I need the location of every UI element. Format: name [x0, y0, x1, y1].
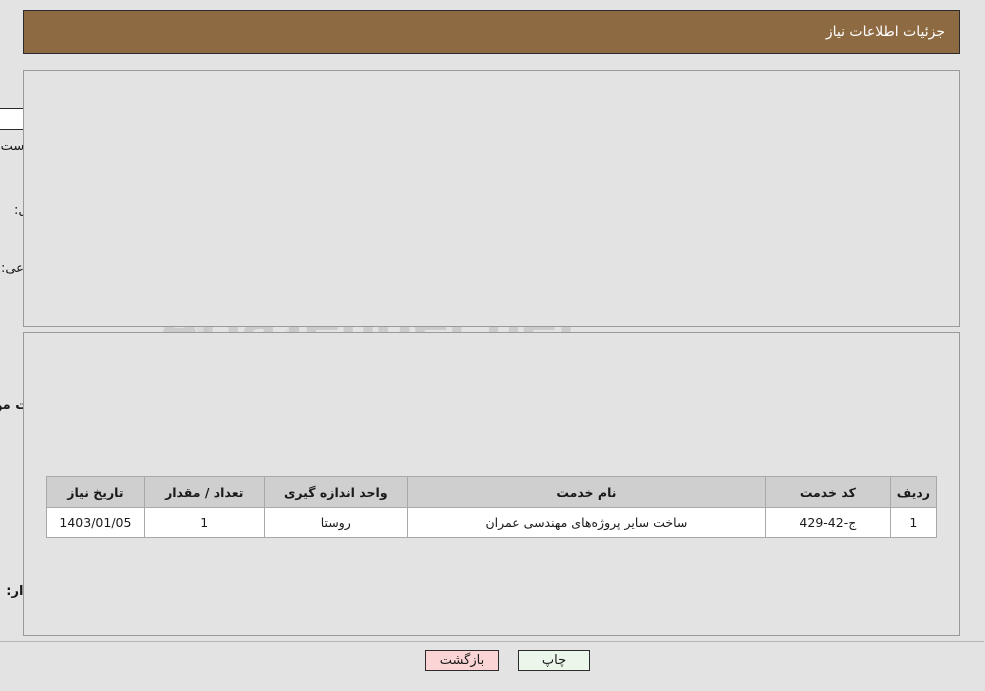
page-header-bar: جزئیات اطلاعات نیاز [24, 10, 961, 54]
cell-need-date: 1403/01/05 [47, 507, 146, 538]
col-radif: ردیف [890, 476, 939, 508]
col-service-code: کد خدمت [765, 476, 892, 508]
services-table: ردیف کد خدمت نام خدمت واحد اندازه گیری ت… [47, 476, 939, 538]
back-button[interactable]: بازگشت [426, 650, 500, 671]
footer-divider [0, 641, 985, 642]
cell-quantity: 1 [144, 507, 266, 538]
table-header-row: ردیف کد خدمت نام خدمت واحد اندازه گیری ت… [47, 476, 939, 508]
cell-service-code: ج-42-429 [765, 507, 892, 538]
cell-unit: روستا [264, 507, 409, 538]
cell-service-name: ساخت سایر پروژه‌های مهندسی عمران [407, 507, 767, 538]
need-info-panel [24, 70, 961, 327]
services-table-wrapper: ردیف کد خدمت نام خدمت واحد اندازه گیری ت… [47, 476, 939, 538]
cell-radif: 1 [890, 507, 939, 538]
print-button[interactable]: چاپ [519, 650, 591, 671]
col-unit: واحد اندازه گیری [264, 476, 409, 508]
page-title: جزئیات اطلاعات نیاز [826, 24, 946, 40]
table-row: 1 ج-42-429 ساخت سایر پروژه‌های مهندسی عم… [47, 507, 939, 538]
col-need-date: تاریخ نیاز [47, 476, 146, 508]
col-quantity: تعداد / مقدار [144, 476, 266, 508]
col-service-name: نام خدمت [407, 476, 767, 508]
